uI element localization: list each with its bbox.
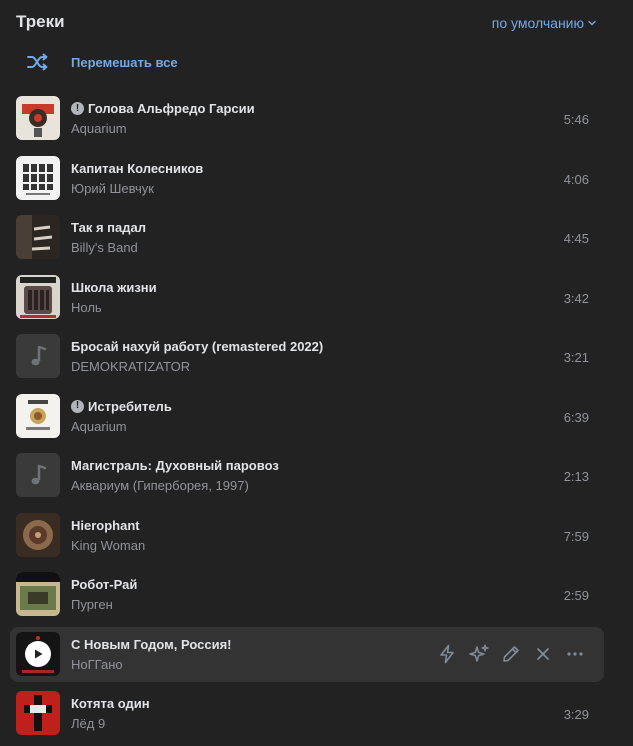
track-artist[interactable]: Аквариум (Гиперборея, 1997) (71, 478, 249, 493)
track-list: ! Голова Альфредо Гарсии Aquarium 5:46 К… (10, 91, 604, 746)
play-button[interactable] (16, 632, 60, 676)
track-row[interactable]: Hierophant King Woman 7:59 (10, 508, 604, 563)
album-cover-placeholder (16, 334, 60, 378)
track-title[interactable]: Так я падал (71, 220, 146, 235)
track-title[interactable]: ! Истребитель (71, 399, 172, 414)
track-artist[interactable]: Aquarium (71, 121, 127, 136)
chevron-down-icon (588, 20, 596, 26)
track-artist[interactable]: Billy's Band (71, 240, 138, 255)
track-duration: 5:46 (563, 112, 589, 127)
album-cover-placeholder (16, 453, 60, 497)
track-artist[interactable]: Ноль (71, 300, 102, 315)
track-title[interactable]: С Новым Годом, Россия! (71, 637, 232, 652)
track-title[interactable]: ! Голова Альфредо Гарсии (71, 101, 255, 116)
music-note-icon (16, 334, 60, 378)
sort-dropdown[interactable]: по умолчанию (492, 15, 597, 31)
sort-label: по умолчанию (491, 15, 584, 31)
track-title[interactable]: Робот-Рай (71, 577, 137, 592)
track-artist[interactable]: Лёд 9 (71, 716, 105, 731)
more-icon[interactable] (564, 642, 586, 666)
track-artist[interactable]: НоГГано (71, 657, 123, 672)
track-actions (436, 642, 586, 666)
track-row[interactable]: Капитан Колесников Юрий Шевчук 4:06 (10, 151, 604, 206)
album-cover (16, 512, 60, 557)
track-row[interactable]: Магистраль: Духовный паровоз Аквариум (Г… (10, 448, 604, 503)
track-row-active[interactable]: С Новым Годом, Россия! НоГГано (10, 626, 604, 682)
album-cover (16, 691, 60, 735)
track-artist[interactable]: Aquarium (71, 419, 127, 434)
track-row[interactable]: Так я падал Billy's Band 4:45 (10, 210, 604, 265)
page-title: Треки (16, 12, 65, 31)
track-duration: 3:29 (563, 707, 589, 722)
track-row[interactable]: ! Голова Альфредо Гарсии Aquarium 5:46 (10, 91, 604, 146)
album-cover (16, 274, 60, 319)
shuffle-icon (16, 48, 60, 76)
track-artist[interactable]: DEMOKRATIZATOR (71, 359, 190, 374)
album-cover (16, 155, 60, 200)
explicit-icon: ! (71, 102, 84, 115)
track-duration: 4:45 (563, 231, 589, 246)
track-duration: 3:21 (563, 350, 589, 365)
album-cover (16, 393, 60, 438)
track-title[interactable]: Бросай нахуй работу (remastered 2022) (71, 339, 323, 354)
track-duration: 4:06 (563, 171, 589, 187)
track-title[interactable]: Hierophant (71, 518, 140, 533)
track-duration: 2:13 (563, 469, 589, 484)
track-title[interactable]: Капитан Колесников (71, 161, 203, 176)
track-row[interactable]: Котята один Лёд 9 3:29 (10, 686, 604, 741)
track-duration: 2:59 (563, 588, 589, 603)
track-artist[interactable]: King Woman (71, 538, 145, 553)
album-cover (16, 572, 60, 616)
track-duration: 6:39 (563, 409, 589, 425)
track-title[interactable]: Магистраль: Духовный паровоз (71, 458, 279, 473)
track-row[interactable]: Робот-Рай Пурген 2:59 (10, 567, 604, 622)
track-row[interactable]: Школа жизни Ноль 3:42 (10, 270, 604, 325)
track-duration: 3:42 (563, 290, 589, 306)
pencil-icon[interactable] (500, 642, 522, 666)
bolt-icon[interactable] (436, 642, 458, 666)
shuffle-label: Перемешать все (71, 54, 178, 70)
explicit-icon: ! (71, 399, 84, 413)
close-icon[interactable] (532, 642, 554, 666)
track-title[interactable]: Школа жизни (71, 280, 157, 295)
scrollbar[interactable] (625, 0, 633, 746)
track-duration: 7:59 (563, 528, 589, 544)
track-row[interactable]: ! Истребитель Aquarium 6:39 (10, 389, 604, 444)
track-artist[interactable]: Пурген (71, 597, 113, 612)
album-cover (16, 215, 60, 259)
music-note-icon (16, 453, 60, 497)
sparkles-icon[interactable] (468, 642, 490, 666)
track-row[interactable]: Бросай нахуй работу (remastered 2022) DE… (10, 329, 604, 384)
tracks-header: Треки по умолчанию (16, 12, 597, 36)
track-title[interactable]: Котята один (71, 696, 150, 711)
album-cover (16, 96, 60, 140)
play-icon (25, 640, 51, 667)
track-artist[interactable]: Юрий Шевчук (71, 181, 154, 196)
shuffle-all-button[interactable]: Перемешать все (16, 48, 178, 76)
